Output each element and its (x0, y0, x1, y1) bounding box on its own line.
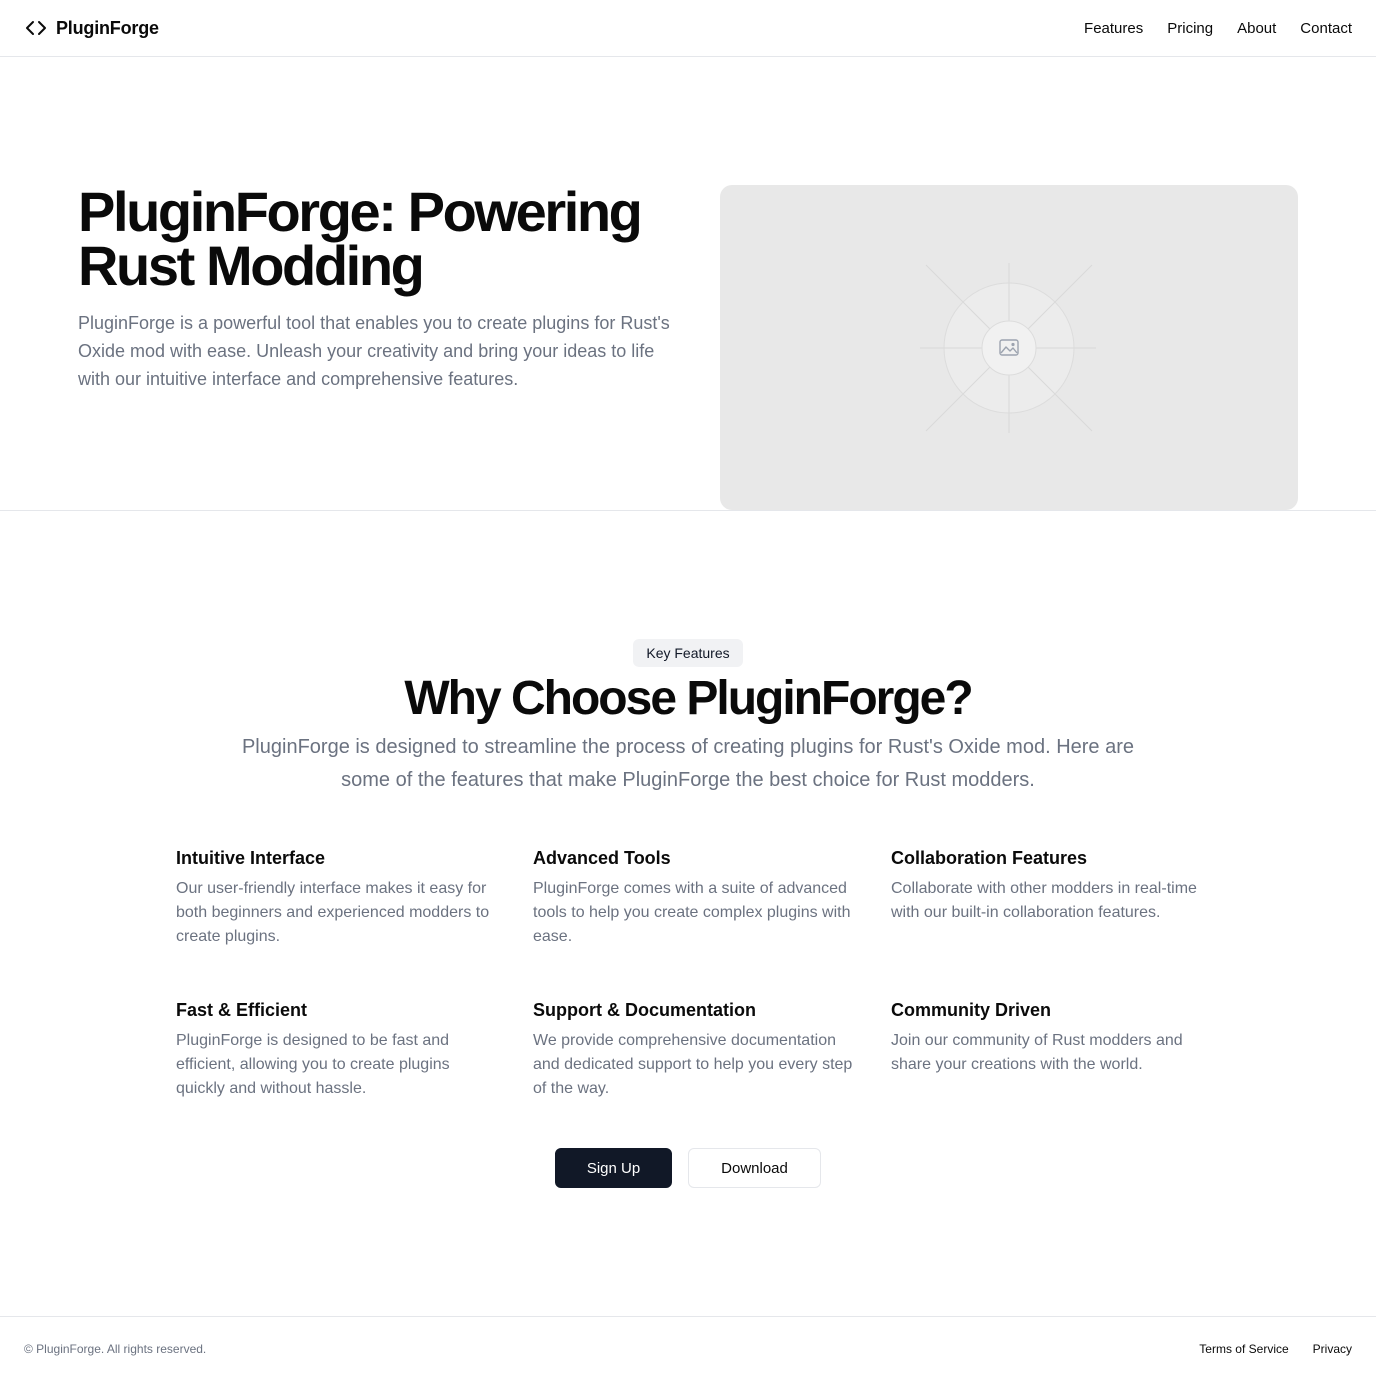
section-title: Why Choose PluginForge? (404, 672, 973, 725)
site-header: PluginForge Features Pricing About Conta… (0, 0, 1376, 57)
hero-section: PluginForge: Powering Rust Modding Plugi… (0, 57, 1376, 511)
section-badge: Key Features (633, 639, 743, 667)
site-footer: © PluginForge. All rights reserved. Term… (0, 1316, 1376, 1381)
feature-title: Advanced Tools (533, 848, 671, 868)
feature-card: Intuitive Interface Our user-friendly in… (176, 846, 496, 949)
feature-card: Community Driven Join our community of R… (891, 998, 1211, 1077)
code-brackets-icon (26, 21, 46, 35)
nav-link-pricing[interactable]: Pricing (1167, 20, 1213, 37)
download-button[interactable]: Download (688, 1148, 821, 1188)
sign-up-button[interactable]: Sign Up (555, 1148, 672, 1188)
hero-description: PluginForge is a powerful tool that enab… (78, 313, 670, 389)
feature-title: Support & Documentation (533, 1000, 756, 1020)
feature-title: Collaboration Features (891, 848, 1088, 868)
main-nav: Features Pricing About Contact (1084, 20, 1352, 37)
brand-name: PluginForge (56, 17, 159, 38)
feature-text: We provide comprehensive documentation a… (533, 1032, 853, 1097)
feature-text: Collaborate with other modders in real-t… (891, 880, 1197, 921)
feature-text: Our user-friendly interface makes it eas… (176, 880, 490, 945)
feature-card: Advanced Tools PluginForge comes with a … (533, 846, 853, 949)
feature-text: PluginForge comes with a suite of advanc… (533, 880, 851, 945)
brand-link[interactable]: PluginForge (24, 16, 159, 40)
image-placeholder-icon (920, 263, 1096, 433)
nav-link-features[interactable]: Features (1084, 20, 1143, 37)
footer-nav: Terms of Service Privacy (1199, 1342, 1352, 1356)
feature-card: Support & Documentation We provide compr… (533, 998, 853, 1101)
footer-link-terms[interactable]: Terms of Service (1199, 1342, 1288, 1356)
feature-title: Intuitive Interface (176, 848, 326, 868)
nav-link-about[interactable]: About (1237, 20, 1276, 37)
feature-card: Collaboration Features Collaborate with … (891, 846, 1211, 925)
feature-title: Community Driven (891, 1000, 1052, 1020)
feature-card: Fast & Efficient PluginForge is designed… (176, 998, 496, 1101)
page: PluginForge Features Pricing About Conta… (0, 0, 1376, 1381)
section-description: PluginForge is designed to streamline th… (241, 736, 1135, 791)
feature-text: PluginForge is designed to be fast and e… (176, 1032, 450, 1097)
hero-title: PluginForge: Powering Rust Modding (78, 180, 643, 297)
nav-link-contact[interactable]: Contact (1300, 20, 1352, 37)
feature-title: Fast & Efficient (176, 1000, 308, 1020)
feature-text: Join our community of Rust modders and s… (891, 1032, 1183, 1073)
hero-image-placeholder (720, 185, 1298, 510)
copyright-text: © PluginForge. All rights reserved. (24, 1342, 207, 1356)
footer-link-privacy[interactable]: Privacy (1313, 1342, 1352, 1356)
